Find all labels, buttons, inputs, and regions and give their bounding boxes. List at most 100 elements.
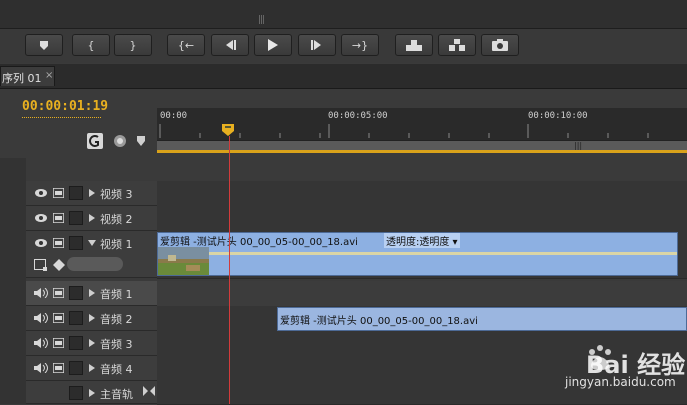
eye-icon[interactable] [34, 238, 48, 248]
expand-triangle-icon[interactable] [89, 214, 95, 222]
mark-out-button[interactable]: } [114, 34, 152, 56]
track-header-video-2[interactable]: 视频 2 [26, 206, 157, 231]
go-to-out-button[interactable]: →} [341, 34, 379, 56]
track-name: 音频 2 [100, 313, 133, 326]
play-icon [268, 39, 278, 51]
track-header-video-3[interactable]: 视频 3 [26, 181, 157, 206]
panel-grip-icon[interactable]: ||| [258, 15, 265, 25]
master-meter-icon [143, 386, 155, 396]
expand-triangle-icon[interactable] [89, 314, 95, 322]
set-marker-icon[interactable] [136, 135, 146, 147]
snap-icon[interactable] [87, 133, 103, 149]
ruler-tick-label: 00:00 [160, 111, 188, 121]
collapse-triangle-icon[interactable] [88, 240, 96, 246]
speaker-icon[interactable] [34, 363, 48, 373]
lock-checkbox[interactable] [69, 336, 83, 350]
lock-checkbox[interactable] [69, 186, 83, 200]
step-forward-button[interactable] [298, 34, 336, 56]
track-gutter [0, 158, 26, 404]
keyframe-navigator[interactable] [67, 257, 123, 271]
expand-triangle-icon[interactable] [89, 364, 95, 372]
expand-triangle-icon[interactable] [89, 339, 95, 347]
go-to-in-icon: {← [177, 38, 195, 52]
track-name: 视频 2 [100, 213, 133, 226]
play-button[interactable] [254, 34, 292, 56]
mark-in-icon: { [87, 38, 95, 52]
track-name: 主音轨 [100, 388, 133, 401]
tab-bar [0, 64, 687, 89]
track-name: 视频 3 [100, 188, 133, 201]
track-header-audio-4[interactable]: 音频 4 [26, 356, 157, 381]
track-lane-video-2[interactable] [157, 206, 687, 232]
expand-triangle-icon[interactable] [89, 189, 95, 197]
timecode-underline [22, 117, 101, 119]
clip-effect-dropdown[interactable]: 透明度:透明度 ▾ [384, 233, 460, 248]
playhead-line[interactable] [229, 136, 230, 404]
speaker-icon[interactable] [34, 313, 48, 323]
mark-out-icon: } [129, 38, 137, 52]
track-name: 视频 1 [100, 238, 133, 251]
globe-marker-icon[interactable] [112, 133, 128, 149]
track-header-master[interactable]: 主音轨 [26, 381, 157, 404]
eye-icon[interactable] [34, 213, 48, 223]
expand-triangle-icon[interactable] [89, 289, 95, 297]
lock-checkbox[interactable] [69, 311, 83, 325]
mark-in-button[interactable]: { [72, 34, 110, 56]
eye-icon[interactable] [34, 188, 48, 198]
extract-button[interactable] [438, 34, 476, 56]
ruler-tick-label: 00:00:10:00 [528, 111, 588, 121]
track-header-video-1[interactable]: 视频 1 [26, 231, 157, 278]
camera-icon [492, 39, 508, 51]
film-icon[interactable] [53, 213, 64, 223]
track-name: 音频 3 [100, 338, 133, 351]
film-icon[interactable] [53, 338, 64, 348]
clip-thumbnail [158, 247, 209, 275]
track-header-audio-3[interactable]: 音频 3 [26, 331, 157, 356]
go-to-out-icon: →} [351, 38, 369, 52]
track-header-audio-2[interactable]: 音频 2 [26, 306, 157, 331]
work-area-grip-icon[interactable]: ||| [574, 141, 582, 150]
ruler-tick-label: 00:00:05:00 [328, 111, 388, 121]
ruler-ticks [159, 124, 649, 138]
work-area-range[interactable] [157, 150, 687, 153]
tab-label: 序列 01 [2, 72, 42, 85]
video-clip-title: 爱剪辑 -测试片头 00_00_05-00_00_18.avi [160, 237, 358, 248]
film-icon[interactable] [53, 288, 64, 298]
keyframe-icon[interactable] [53, 259, 65, 271]
audio-clip-title: 爱剪辑 -测试片头 00_00_05-00_00_18.avi [280, 316, 478, 327]
step-back-icon [226, 40, 236, 50]
film-icon[interactable] [53, 363, 64, 373]
current-timecode[interactable]: 00:00:01:19 [22, 99, 108, 114]
film-icon[interactable] [53, 238, 64, 248]
set-marker-button[interactable] [25, 34, 63, 56]
lock-checkbox[interactable] [69, 286, 83, 300]
opacity-rubber-band[interactable] [209, 252, 677, 255]
go-to-in-button[interactable]: {← [167, 34, 205, 56]
lock-checkbox[interactable] [69, 211, 83, 225]
extract-icon [449, 39, 465, 51]
lift-icon [406, 40, 422, 51]
playhead-handle-icon[interactable] [222, 124, 234, 136]
step-back-button[interactable] [211, 34, 249, 56]
watermark-url: jingyan.baidu.com [565, 375, 676, 389]
film-icon[interactable] [53, 188, 64, 198]
track-header-audio-1[interactable]: 音频 1 [26, 281, 157, 306]
display-style-icon[interactable] [34, 259, 47, 271]
speaker-icon[interactable] [34, 288, 48, 298]
lock-checkbox[interactable] [69, 236, 83, 250]
film-icon[interactable] [53, 313, 64, 323]
track-lane-video-3[interactable] [157, 181, 687, 207]
expand-triangle-icon[interactable] [89, 389, 95, 397]
transport-bar: { } {← →} [0, 29, 687, 63]
tab-close-icon[interactable]: × [45, 70, 53, 81]
lock-checkbox[interactable] [69, 361, 83, 375]
export-frame-button[interactable] [481, 34, 519, 56]
marker-icon [40, 40, 48, 50]
lock-checkbox[interactable] [69, 386, 83, 400]
track-name: 音频 4 [100, 363, 133, 376]
lift-button[interactable] [395, 34, 433, 56]
step-forward-icon [311, 40, 321, 50]
track-lane-audio-1[interactable] [157, 281, 687, 307]
track-name: 音频 1 [100, 288, 133, 301]
speaker-icon[interactable] [34, 338, 48, 348]
